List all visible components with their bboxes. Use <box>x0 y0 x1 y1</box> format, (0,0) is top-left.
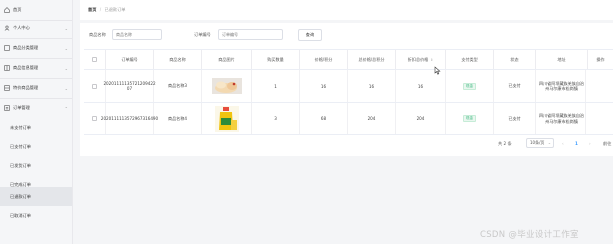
cell-address: 四川省阿坝藏族羌族自治州马尔康市松岗镇 <box>538 103 586 134</box>
cell-product-name: 商品名称4 <box>154 103 202 134</box>
product-name-label: 商品名称 <box>89 32 106 37</box>
cell-price: 16 <box>300 70 348 102</box>
cell-quantity: 1 <box>252 70 300 102</box>
sidebar-item-home[interactable]: 首页 <box>0 0 72 20</box>
page-size-select[interactable]: 10条/页 ⌄ <box>526 138 554 148</box>
sidebar: 首页 个人中心 ⌄ 商品分类管理 ⌄ 商品信息管理 ⌄ 特价商品管理 ⌄ 订单管… <box>0 0 73 244</box>
sidebar-item-sale-product[interactable]: 特价商品管理 ⌄ <box>0 78 72 98</box>
sidebar-item-label: 商品信息管理 <box>13 65 39 70</box>
sidebar-subitem-shipped[interactable]: 已发货订单 <box>0 156 72 175</box>
column-header: 商品图片 <box>202 50 252 69</box>
user-icon <box>4 25 10 31</box>
page-number-current[interactable]: 1 <box>575 141 578 146</box>
column-header: 支付类型 <box>446 50 494 69</box>
sidebar-subitem-label: 已退款订单 <box>10 193 31 199</box>
sidebar-item-product-category[interactable]: 商品分类管理 ⌄ <box>0 38 72 58</box>
mouse-cursor-icon <box>434 66 441 75</box>
column-header-label: 折扣总价格 <box>407 56 429 62</box>
sidebar-item-label: 个人中心 <box>13 25 30 30</box>
order-no-input[interactable] <box>218 29 283 40</box>
cell-total: 204 <box>348 103 396 134</box>
breadcrumb-home[interactable]: 首页 <box>88 7 96 12</box>
cell-status: 已支付 <box>494 70 536 102</box>
sidebar-subitem-label: 已发货订单 <box>10 162 31 168</box>
query-button[interactable]: 查询 <box>298 29 322 41</box>
select-all-cell <box>84 50 106 69</box>
order-no-label: 订单编号 <box>194 32 211 37</box>
sidebar-subitem-refunded[interactable]: 已退款订单 <box>0 187 72 206</box>
select-all-checkbox[interactable] <box>92 57 97 62</box>
grid-icon <box>4 45 10 51</box>
cell-product-image <box>202 103 252 134</box>
pagination-total: 共 2 条 <box>498 141 512 146</box>
next-page-button[interactable]: › <box>589 141 591 146</box>
cell-actions <box>588 103 613 134</box>
product-name-input[interactable] <box>112 29 162 40</box>
pay-type-tag: 现金 <box>462 115 477 122</box>
sidebar-item-order-mgmt[interactable]: 订单管理 ⌃ <box>0 98 72 118</box>
column-header: 状态 <box>494 50 536 69</box>
watermark: CSDN @毕业设计工作室 <box>480 230 579 240</box>
cell-actions <box>588 70 613 102</box>
cell-pay-type: 现金 <box>446 70 494 102</box>
column-header: 价格/积分 <box>300 50 348 69</box>
chevron-up-icon: ⌃ <box>64 106 68 111</box>
sidebar-item-personal-center[interactable]: 个人中心 ⌄ <box>0 18 72 38</box>
row-checkbox[interactable] <box>92 83 97 89</box>
cell-discount-total: 204 <box>396 103 446 134</box>
list-icon <box>4 105 10 111</box>
grid-icon <box>4 85 10 91</box>
product-image-bread[interactable] <box>211 78 242 94</box>
row-checkbox[interactable] <box>92 116 97 121</box>
chevron-down-icon: ⌄ <box>64 66 68 71</box>
cell-product-name: 商品名称3 <box>154 70 202 102</box>
cell-pay-type: 现金 <box>446 103 494 134</box>
sidebar-item-label: 首页 <box>13 7 22 12</box>
chevron-down-icon: ⌄ <box>64 86 68 91</box>
column-header: 购买数量 <box>252 50 300 69</box>
sidebar-subitem-paid[interactable]: 已支付订单 <box>0 137 72 156</box>
cell-price: 68 <box>300 103 348 134</box>
cell-status: 已支付 <box>494 103 536 134</box>
column-header: 操作 <box>596 56 605 62</box>
column-header: 商品名称 <box>154 50 202 69</box>
chevron-down-icon: ⌄ <box>64 26 68 31</box>
sidebar-subitem-label: 未支付订单 <box>10 124 31 130</box>
cell-total: 16 <box>348 70 396 102</box>
cell-address: 四川省阿坝藏族羌族自治州马尔康市松岗镇 <box>538 70 586 102</box>
cell-order-no: 20201111135721209422 07 <box>103 70 156 102</box>
sidebar-subitem-label: 已支付订单 <box>10 143 31 149</box>
breadcrumb-separator: / <box>99 7 102 12</box>
sidebar-item-label: 商品分类管理 <box>13 45 39 50</box>
cell-quantity: 3 <box>252 103 300 134</box>
sidebar-subitem-label: 已取消订单 <box>10 212 31 218</box>
sort-icon[interactable]: ⇕ <box>430 58 433 62</box>
sidebar-subitem-unpaid[interactable]: 未支付订单 <box>0 118 72 137</box>
sidebar-subitem-cancelled[interactable]: 已取消订单 <box>0 206 72 225</box>
row-divider <box>84 134 613 135</box>
goto-page-label: 前往 <box>603 141 612 146</box>
sidebar-item-product-info[interactable]: 商品信息管理 ⌄ <box>0 58 72 78</box>
pay-type-tag: 现金 <box>462 82 477 90</box>
grid-icon <box>4 65 10 71</box>
page-size-value: 10条/页 <box>530 140 545 145</box>
prev-page-button[interactable]: ‹ <box>562 141 564 146</box>
top-bar <box>80 0 613 20</box>
cell-order-no: 2020111113572967316490 <box>101 103 158 134</box>
sidebar-item-label: 订单管理 <box>13 105 30 110</box>
column-header: 订单编号 <box>106 50 154 69</box>
column-header: 地址 <box>536 50 588 69</box>
breadcrumb-current: 已退款订单 <box>104 7 126 12</box>
chevron-down-icon: ⌄ <box>64 46 68 51</box>
home-icon <box>4 7 10 13</box>
chevron-down-icon: ⌄ <box>547 140 552 145</box>
product-image-oil[interactable] <box>214 105 239 132</box>
cell-product-image <box>202 70 252 102</box>
breadcrumb: 首页 / 已退款订单 <box>88 7 125 13</box>
sidebar-item-label: 特价商品管理 <box>13 85 39 90</box>
column-header: 总价格/总积分 <box>348 50 396 69</box>
